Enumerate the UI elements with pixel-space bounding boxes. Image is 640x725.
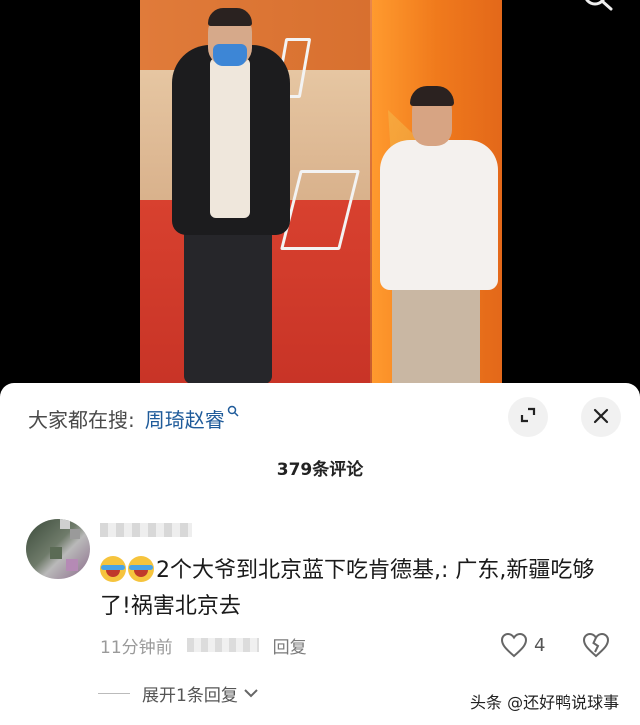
comment-time: 11分钟前 xyxy=(100,637,173,658)
crying-laughing-emoji-icon xyxy=(128,556,154,582)
comment-count: 379条评论 xyxy=(276,460,364,480)
heart-icon xyxy=(500,632,528,658)
expand-icon xyxy=(518,405,538,430)
face-mask xyxy=(213,44,247,66)
video-frame xyxy=(140,0,502,395)
search-icon[interactable] xyxy=(578,0,618,22)
username-blurred[interactable] xyxy=(100,523,192,537)
search-small-icon xyxy=(227,405,239,421)
divider xyxy=(98,693,130,694)
like-button[interactable]: 4 xyxy=(500,632,545,658)
person-right-pants xyxy=(392,280,480,395)
expand-replies-label: 展开1条回复 xyxy=(142,686,238,706)
expand-replies-button[interactable]: 展开1条回复 xyxy=(98,681,258,706)
watermark: 头条 @还好鸭说球事 xyxy=(470,693,620,712)
reply-button[interactable]: 回复 xyxy=(273,633,307,658)
expand-button[interactable] xyxy=(508,397,548,437)
avatar[interactable] xyxy=(26,519,90,579)
like-count: 4 xyxy=(534,634,546,656)
comment-text: 2个大爷到北京蓝下吃肯德基,: 广东,新疆吃够了!祸害北京去 xyxy=(100,553,620,625)
suggest-term-link[interactable]: 周琦赵睿 xyxy=(145,404,225,433)
dislike-button[interactable] xyxy=(582,632,610,662)
person-left-hair xyxy=(208,8,252,26)
person-right-shirt xyxy=(380,140,498,290)
comment-meta: 11分钟前 回复 xyxy=(100,633,307,658)
broken-heart-icon xyxy=(582,632,610,658)
close-icon xyxy=(593,405,609,430)
person-right-hair xyxy=(410,86,454,106)
location-blurred xyxy=(186,638,259,652)
close-button[interactable] xyxy=(581,397,621,437)
person-left-legs xyxy=(184,212,272,384)
chevron-down-icon xyxy=(244,686,258,702)
crying-laughing-emoji-icon xyxy=(100,556,126,582)
video-player[interactable] xyxy=(0,0,640,395)
person-left-shirt xyxy=(210,58,250,218)
suggest-prefix: 大家都在搜: xyxy=(28,407,135,432)
search-suggestion[interactable]: 大家都在搜: 周琦赵睿 xyxy=(28,403,239,433)
comment-sheet: 大家都在搜: 周琦赵睿 379条评论 2个大爷到北京蓝下吃肯德基,: 广东,新疆… xyxy=(0,383,640,725)
comment-body: 2个大爷到北京蓝下吃肯德基,: 广东,新疆吃够了!祸害北京去 xyxy=(100,558,595,619)
